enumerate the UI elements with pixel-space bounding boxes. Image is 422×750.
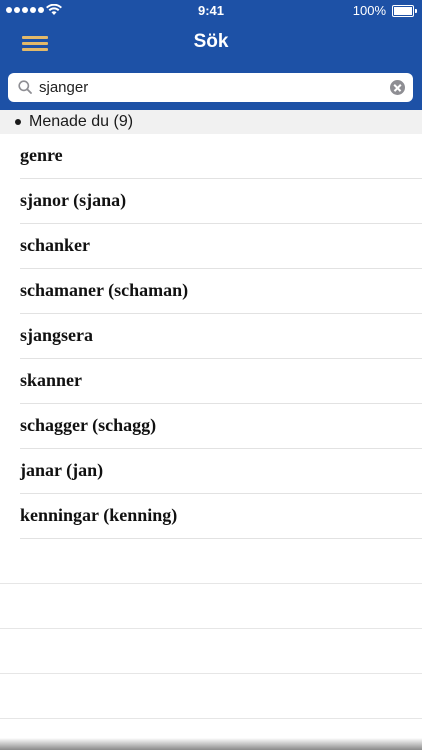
list-item-label: kenningar (kenning) — [20, 505, 178, 525]
suggestions-header-label: Menade du (9) — [29, 113, 134, 130]
list-item[interactable]: janar (jan) — [20, 449, 422, 494]
bullet-icon — [15, 119, 21, 125]
list-item[interactable]: schanker — [20, 224, 422, 269]
clear-icon[interactable] — [390, 80, 405, 95]
page-title: Sök — [193, 31, 229, 52]
search-icon — [18, 80, 32, 94]
search-bar[interactable] — [8, 73, 413, 102]
empty-row — [0, 629, 422, 674]
list-item-label: schagger (schagg) — [20, 415, 157, 435]
empty-row — [0, 539, 422, 584]
list-item[interactable]: genre — [20, 134, 422, 179]
status-bar: 9:41 100% — [0, 0, 422, 22]
app-header: 9:41 100% Sök — [0, 0, 422, 110]
search-input[interactable] — [39, 76, 379, 99]
list-item-label: schamaner (schaman) — [20, 280, 189, 300]
empty-row — [0, 674, 422, 719]
list-item[interactable]: schagger (schagg) — [20, 404, 422, 449]
list-item[interactable]: sjangsera — [20, 314, 422, 359]
battery-percentage: 100% — [352, 3, 386, 18]
empty-row — [0, 584, 422, 629]
list-item[interactable]: kenningar (kenning) — [20, 494, 422, 539]
list-item-label: skanner — [20, 370, 83, 390]
list-item[interactable]: schamaner (schaman) — [20, 269, 422, 314]
list-item-label: genre — [20, 145, 63, 165]
list-item-label: sjanor (sjana) — [20, 190, 127, 210]
list-item-label: janar (jan) — [20, 460, 104, 480]
list-item-label: schanker — [20, 235, 91, 255]
list-item[interactable]: skanner — [20, 359, 422, 404]
list-item[interactable]: sjanor (sjana) — [20, 179, 422, 224]
bottom-shadow — [0, 738, 422, 750]
results-list: genre sjanor (sjana) schanker schamaner … — [0, 134, 422, 719]
list-item-label: sjangsera — [20, 325, 93, 345]
battery-icon — [392, 5, 417, 17]
suggestions-header: Menade du (9) — [0, 110, 422, 134]
